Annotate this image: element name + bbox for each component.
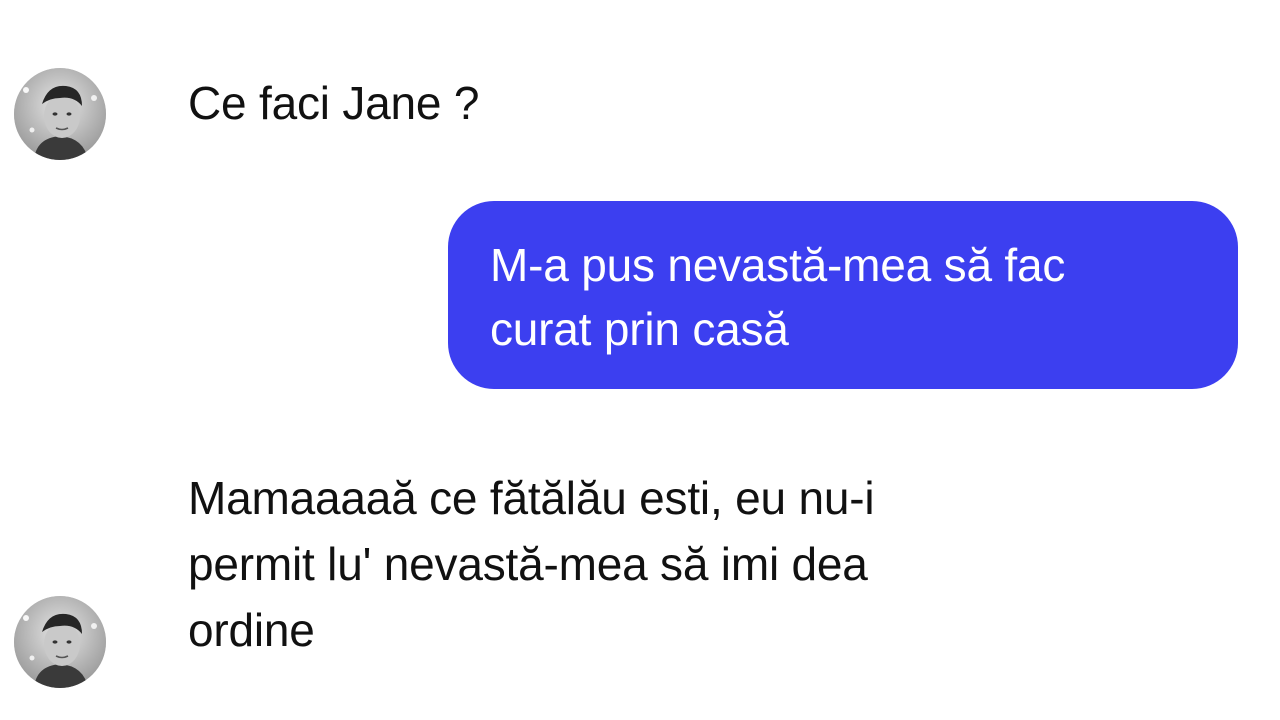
sent-message-text: M-a pus nevastă-mea să fac curat prin ca…	[490, 239, 1066, 355]
contact-avatar[interactable]	[14, 68, 106, 160]
chat-thread: Ce faci Jane ? M-a pus nevastă-mea să fa…	[0, 0, 1280, 720]
contact-avatar[interactable]	[14, 596, 106, 688]
profile-photo-icon	[14, 68, 106, 160]
profile-photo-icon	[14, 596, 106, 688]
received-message: Ce faci Jane ?	[188, 77, 480, 129]
sent-message-bubble[interactable]: M-a pus nevastă-mea să fac curat prin ca…	[448, 201, 1238, 389]
received-message: Mamaaaaă ce fătălău esti, eu nu-i permit…	[188, 472, 875, 656]
